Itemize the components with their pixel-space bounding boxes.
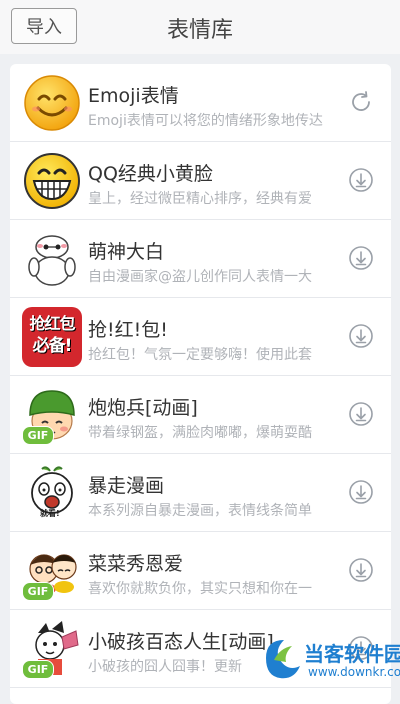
download-icon[interactable]: [347, 400, 375, 428]
gif-badge: GIF: [22, 582, 54, 601]
page-title: 表情库: [166, 18, 233, 43]
top-bar: 导入 表情库: [0, 0, 400, 54]
list-item[interactable]: 抢红包 必备! 抢!红!包! 抢红包！气氛一定要够嗨！使用此套: [10, 298, 391, 376]
list-item[interactable]: GIF 菜菜秀恩爱 喜欢你就欺负你，其实只想和你在一: [10, 532, 391, 610]
list-item[interactable]: Emoji表情 Emoji表情可以将您的情绪形象地传达: [10, 64, 391, 142]
item-description: 皇上，经过微臣精心排序，经典有爱: [88, 191, 312, 207]
item-name: 萌神大白: [88, 241, 165, 263]
baymax-thumbnail: [28, 235, 76, 286]
list-item[interactable]: 就看! 暴走漫画 本系列源自暴走漫画，表情线条简单: [10, 454, 391, 532]
download-icon[interactable]: [347, 322, 375, 350]
item-description: 喜欢你就欺负你，其实只想和你在一: [88, 581, 312, 597]
hongbao-line1: 抢红包: [29, 314, 75, 333]
hongbao-thumbnail: 抢红包 必备!: [22, 307, 82, 367]
item-name: 暴走漫画: [88, 475, 165, 497]
item-name: 小破孩百态人生[动画]: [88, 631, 274, 653]
refresh-icon[interactable]: [347, 88, 375, 116]
emoji-smile-thumbnail: [24, 75, 80, 131]
list-item[interactable]: QQ经典小黄脸 皇上，经过微臣精心排序，经典有爱: [10, 142, 391, 220]
watermark-name: 当客软件园: [304, 642, 400, 666]
item-description: 本系列源自暴走漫画，表情线条简单: [88, 503, 312, 519]
watermark-url: www.downkr.com: [308, 665, 400, 679]
item-name: 抢!红!包!: [88, 319, 168, 341]
item-description: 带着绿钢盔，满脸肉嘟嘟，爆萌耍酷: [88, 425, 312, 441]
gif-badge: GIF: [22, 426, 54, 445]
download-icon[interactable]: [347, 556, 375, 584]
download-icon[interactable]: [347, 244, 375, 272]
qq-grin-thumbnail: [24, 153, 80, 209]
watermark-logo-icon: [266, 640, 300, 679]
gif-badge: GIF: [22, 660, 54, 679]
hongbao-line2: 必备!: [32, 336, 73, 356]
item-description: 抢红包！气氛一定要够嗨！使用此套: [88, 347, 312, 363]
item-description: 自由漫画家@盗儿创作同人表情一大: [88, 269, 312, 285]
item-name: Emoji表情: [88, 85, 179, 107]
download-icon[interactable]: [347, 166, 375, 194]
download-icon[interactable]: [347, 478, 375, 506]
list-item[interactable]: 萌神大白 自由漫画家@盗儿创作同人表情一大: [10, 220, 391, 298]
list-item[interactable]: GIF 炮炮兵[动画] 带着绿钢盔，满脸肉嘟嘟，爆萌耍酷: [10, 376, 391, 454]
item-name: 炮炮兵[动画]: [88, 397, 198, 419]
watermark: 当客软件园 www.downkr.com: [260, 632, 400, 687]
baozou-caption: 就看!: [40, 509, 60, 518]
sticker-list: Emoji表情 Emoji表情可以将您的情绪形象地传达 QQ经典小黄脸 皇上，经…: [10, 64, 391, 704]
item-name: 菜菜秀恩爱: [88, 553, 184, 575]
item-description: Emoji表情可以将您的情绪形象地传达: [88, 113, 323, 129]
item-name: QQ经典小黄脸: [88, 163, 213, 185]
